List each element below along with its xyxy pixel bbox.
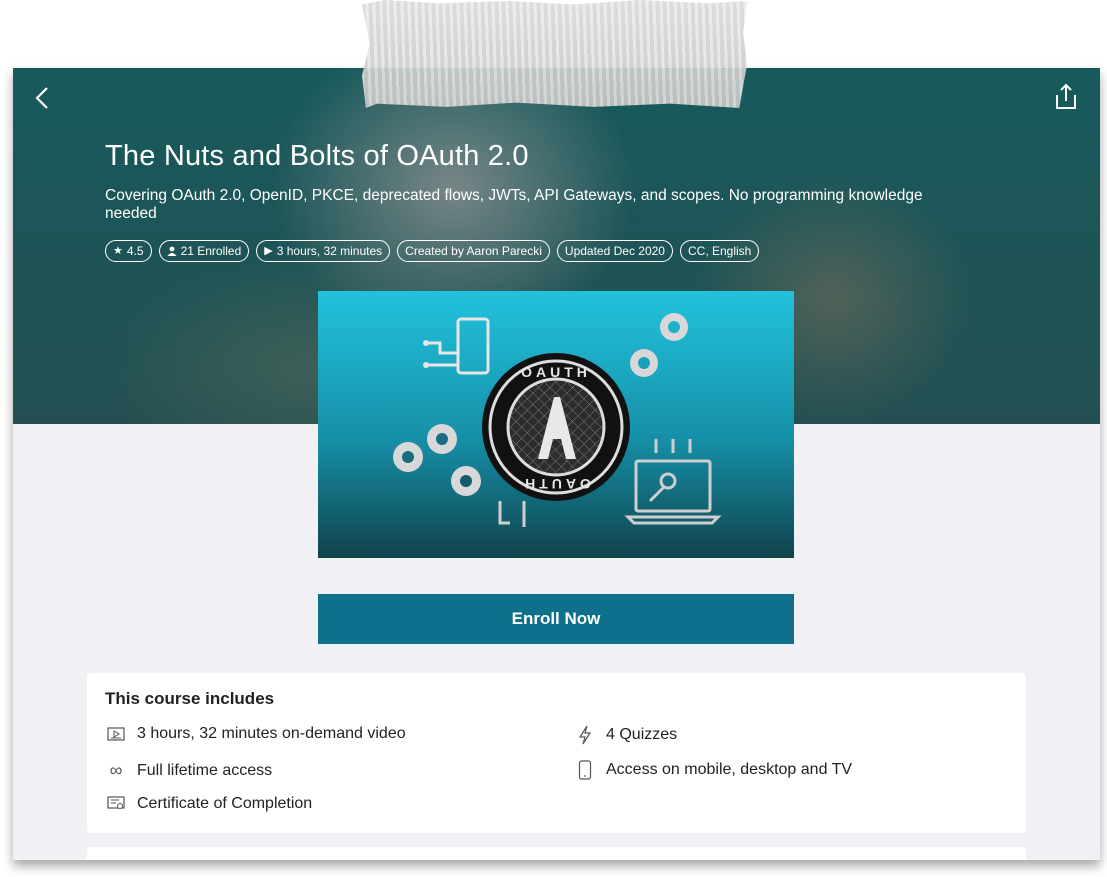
- chevron-left-icon: [35, 87, 48, 109]
- captions-chip: CC, English: [679, 240, 760, 262]
- lightning-icon: [574, 725, 596, 745]
- course-meta-chips: ★ 4.5 21 Enrolled ▶ 3 hours, 32 minutes …: [105, 240, 760, 262]
- course-subtitle: Covering OAuth 2.0, OpenID, PKCE, deprec…: [105, 187, 923, 222]
- course-includes-card: This course includes 3 hours, 32 minutes…: [87, 673, 1026, 833]
- play-icon: ▶: [264, 245, 273, 257]
- oauth-badge: OAUTH OAUTH: [482, 353, 630, 501]
- infinity-icon: ∞: [109, 760, 123, 780]
- enrolled-chip: 21 Enrolled: [158, 240, 250, 262]
- share-button[interactable]: [1052, 82, 1082, 112]
- feature-quizzes-label: 4 Quizzes: [606, 726, 678, 743]
- next-section-card: [87, 847, 1026, 860]
- rating-value: 4.5: [126, 244, 144, 258]
- feature-certificate: Certificate of Completion: [105, 795, 312, 813]
- feature-access-label: Full lifetime access: [137, 761, 273, 779]
- updated-label: Updated Dec 2020: [564, 244, 665, 258]
- video-icon: [105, 727, 127, 741]
- feature-video: 3 hours, 32 minutes on-demand video: [105, 725, 406, 743]
- share-icon: [1056, 83, 1076, 109]
- feature-devices-label: Access on mobile, desktop and TV: [606, 761, 853, 778]
- enrolled-count: 21 Enrolled: [180, 244, 242, 258]
- badge-top-text: OAUTH: [521, 364, 591, 380]
- author-chip[interactable]: Created by Aaron Parecki: [397, 240, 550, 262]
- feature-video-label: 3 hours, 32 minutes on-demand video: [137, 725, 406, 742]
- app-screen: The Nuts and Bolts of OAuth 2.0 Covering…: [13, 68, 1100, 860]
- duration-chip: ▶ 3 hours, 32 minutes: [256, 240, 391, 262]
- captions-label: CC, English: [687, 244, 752, 258]
- badge-bottom-text: OAUTH: [521, 476, 591, 492]
- duration-value: 3 hours, 32 minutes: [276, 244, 383, 258]
- feature-quizzes: 4 Quizzes: [574, 725, 677, 745]
- star-icon: ★: [113, 245, 123, 257]
- person-icon: [167, 246, 177, 256]
- certificate-icon: [105, 796, 127, 812]
- course-thumbnail[interactable]: OAUTH OAUTH: [318, 291, 794, 558]
- feature-devices: Access on mobile, desktop and TV: [574, 760, 852, 780]
- tape-decoration: [362, 0, 747, 108]
- includes-heading: This course includes: [105, 689, 275, 708]
- mobile-icon: [574, 760, 596, 780]
- feature-access: ∞ Full lifetime access: [105, 760, 273, 781]
- rating-chip: ★ 4.5: [105, 240, 152, 262]
- feature-certificate-label: Certificate of Completion: [137, 795, 313, 812]
- back-button[interactable]: [33, 84, 61, 112]
- enroll-button[interactable]: Enroll Now: [318, 594, 794, 644]
- author-label: Created by Aaron Parecki: [405, 244, 542, 258]
- course-title: The Nuts and Bolts of OAuth 2.0: [105, 140, 529, 172]
- updated-chip: Updated Dec 2020: [556, 240, 673, 262]
